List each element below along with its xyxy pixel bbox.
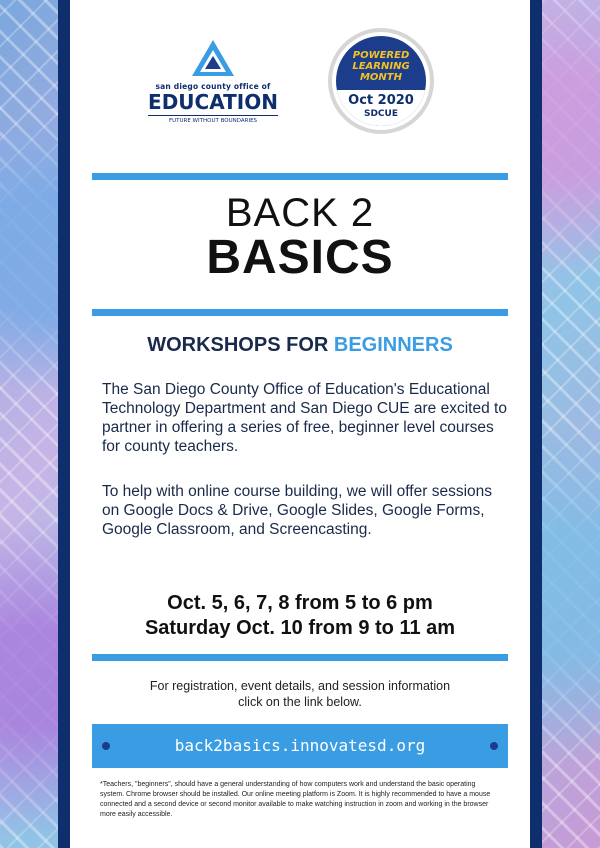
dates-saturday: Saturday Oct. 10 from 9 to 11 am: [144, 617, 456, 639]
badge-line3: MONTH: [359, 72, 402, 83]
footnote: *Teachers, "beginners", should have a ge…: [100, 781, 491, 818]
badge-year: Oct 2020: [348, 93, 414, 108]
link-dot-right-icon: [490, 742, 498, 750]
sdcoe-logo: san diego county office of EDUCATION FUT…: [148, 38, 278, 124]
badge-disc: POWERED LEARNING MONTH Oct 2020 SDCUE: [336, 36, 426, 126]
sdcoe-tagline: FUTURE WITHOUT BOUNDARIES: [148, 115, 278, 124]
title-line2: BASICS: [206, 231, 394, 284]
registration-text: For registration, event details, and ses…: [149, 679, 451, 709]
powered-learning-badge: POWERED LEARNING MONTH Oct 2020 SDCUE: [328, 28, 434, 134]
logo-row: san diego county office of EDUCATION FUT…: [70, 26, 530, 156]
sdcoe-name: EDUCATION: [148, 90, 278, 114]
dates-block: Oct. 5, 6, 7, 8 from 5 to 6 pm Saturday …: [70, 591, 530, 641]
registration-link-text: back2basics.innovatesd.org: [174, 736, 426, 755]
subtitle-highlight: BEGINNERS: [333, 334, 453, 356]
divider-middle: [92, 309, 508, 316]
badge-line1: POWERED: [352, 50, 410, 61]
sessions-paragraph: To help with online course building, we …: [102, 483, 493, 538]
link-dot-left-icon: [102, 742, 110, 750]
dates-weekday: Oct. 5, 6, 7, 8 from 5 to 6 pm: [167, 592, 433, 614]
intro-paragraph: The San Diego County Office of Education…: [102, 381, 507, 455]
badge-org: SDCUE: [363, 109, 398, 119]
badge-band: Oct 2020 SDCUE: [336, 90, 426, 126]
subtitle-text: WORKSHOPS FOR: [147, 334, 334, 356]
divider-bottom: [92, 654, 508, 661]
flyer-content: san diego county office of EDUCATION FUT…: [70, 0, 530, 848]
triangle-logo-icon: [192, 40, 234, 76]
registration-link[interactable]: back2basics.innovatesd.org: [92, 724, 508, 768]
badge-line2: LEARNING: [352, 61, 410, 72]
divider-top: [92, 173, 508, 180]
flyer-card: san diego county office of EDUCATION FUT…: [58, 0, 542, 848]
subtitle: WORKSHOPS FOR BEGINNERS: [70, 334, 530, 357]
